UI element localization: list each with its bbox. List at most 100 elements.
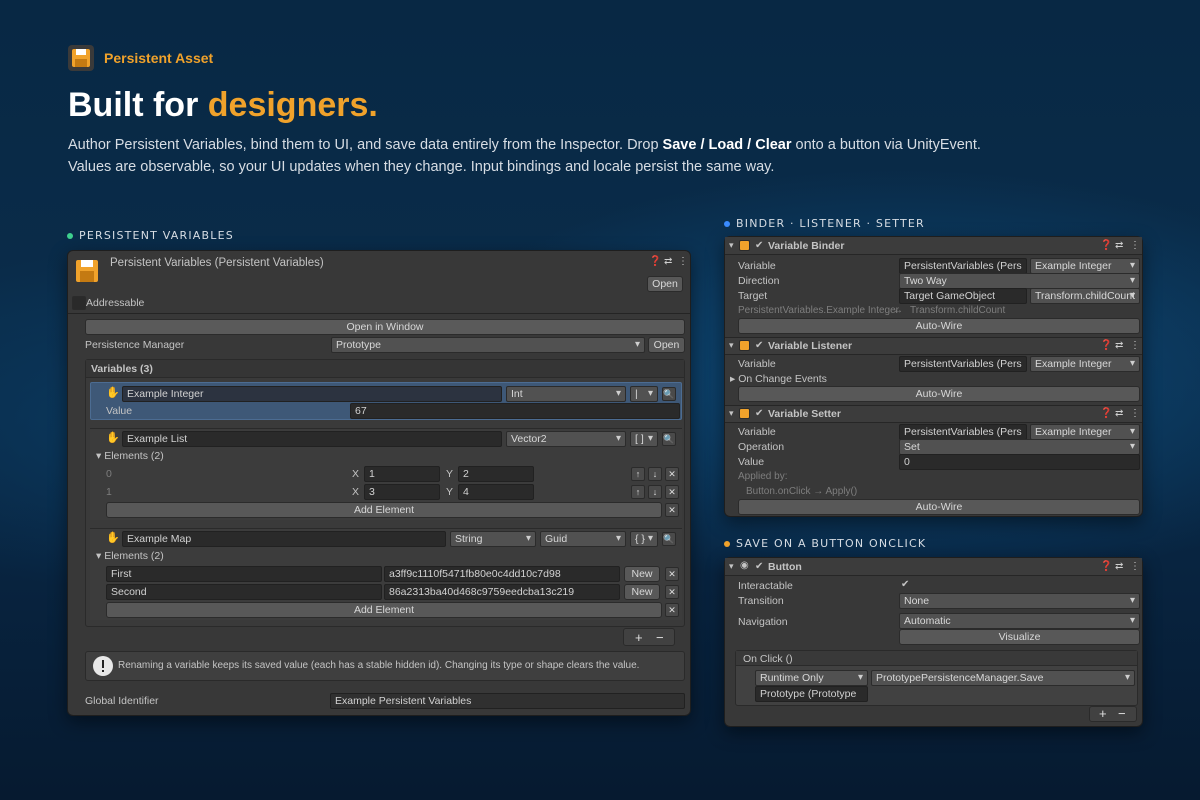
variable-select-dropdown[interactable]: Example Integer	[1030, 258, 1140, 274]
x-field[interactable]: 3	[364, 484, 440, 500]
new-guid-button[interactable]: New	[624, 566, 660, 582]
help-icon[interactable]: ❓	[1100, 340, 1112, 351]
arrow-up-icon[interactable]: ↑	[631, 485, 645, 499]
global-identifier-field[interactable]: Example Persistent Variables	[330, 693, 685, 709]
x-field[interactable]: 1	[364, 466, 440, 482]
enabled-check-icon[interactable]: ✔	[755, 240, 763, 251]
target-member-dropdown[interactable]: Transform.childCount	[1030, 288, 1140, 304]
operation-dropdown[interactable]: Set	[899, 439, 1140, 455]
navigation-dropdown[interactable]: Automatic	[899, 613, 1140, 629]
help-icon[interactable]: ❓	[649, 256, 661, 267]
variable-object-field[interactable]: PersistentVariables (Pers	[899, 258, 1027, 274]
transition-dropdown[interactable]: None	[899, 593, 1140, 609]
close-icon[interactable]: ✕	[665, 603, 679, 617]
close-icon[interactable]: ✕	[665, 467, 679, 481]
open-in-window-button[interactable]: Open in Window	[85, 319, 685, 335]
auto-wire-button[interactable]: Auto-Wire	[738, 386, 1140, 402]
new-guid-button[interactable]: New	[624, 584, 660, 600]
variable-shape-dropdown[interactable]: [ ]	[630, 431, 658, 447]
addressable-checkbox[interactable]	[72, 296, 86, 310]
more-icon[interactable]: ⋮	[1130, 408, 1140, 419]
map-key-field[interactable]: Second	[106, 584, 382, 600]
variable-shape-dropdown[interactable]: { }	[630, 531, 658, 547]
auto-wire-button[interactable]: Auto-Wire	[738, 499, 1140, 515]
persistence-manager-dropdown[interactable]: Prototype	[331, 337, 645, 353]
add-element-button[interactable]: Add Element	[106, 502, 662, 518]
search-icon[interactable]: 🔍	[662, 387, 676, 401]
desc-line1-c: onto a button via UnityEvent.	[791, 137, 981, 153]
pm-open-button[interactable]: Open	[648, 337, 685, 353]
visualize-button[interactable]: Visualize	[899, 629, 1140, 645]
method-dropdown[interactable]: PrototypePersistenceManager.Save	[871, 670, 1135, 686]
map-guid-field[interactable]: 86a2313ba40d468c9759eedcba13c219	[384, 584, 620, 600]
value-field[interactable]: 0	[899, 454, 1140, 470]
help-icon[interactable]: ❓	[1100, 561, 1112, 572]
interactable-checkbox[interactable]: ✔	[901, 579, 909, 590]
on-change-events-foldout[interactable]: ▸ On Change Events	[730, 373, 827, 385]
close-icon[interactable]: ✕	[665, 567, 679, 581]
variable-name-field[interactable]: Example Map	[122, 531, 446, 547]
direction-dropdown[interactable]: Two Way	[899, 273, 1140, 289]
variable-name-field[interactable]: Example List	[122, 431, 502, 447]
enabled-check-icon[interactable]: ✔	[755, 340, 763, 351]
variable-object-field[interactable]: PersistentVariables (Pers	[899, 424, 1027, 440]
elements-foldout[interactable]: ▾ Elements (2)	[96, 450, 164, 462]
close-icon[interactable]: ✕	[665, 485, 679, 499]
preset-icon[interactable]: ⇄	[1115, 340, 1123, 351]
help-icon[interactable]: ❓	[1100, 408, 1112, 419]
enabled-check-icon[interactable]: ✔	[755, 408, 763, 419]
variable-select-dropdown[interactable]: Example Integer	[1030, 424, 1140, 440]
close-icon[interactable]: ✕	[665, 585, 679, 599]
add-variable-button[interactable]: +	[635, 630, 643, 645]
foldout-arrow-icon[interactable]: ▾	[729, 240, 734, 251]
search-icon[interactable]: 🔍	[662, 432, 676, 446]
preset-icon[interactable]: ⇄	[664, 256, 672, 267]
arrow-down-icon[interactable]: ↓	[648, 485, 662, 499]
remove-listener-button[interactable]: −	[1118, 706, 1126, 721]
open-button[interactable]: Open	[647, 276, 683, 292]
help-icon[interactable]: ❓	[1100, 240, 1112, 251]
more-icon[interactable]: ⋮	[1130, 561, 1140, 572]
foldout-arrow-icon[interactable]: ▾	[729, 561, 734, 572]
close-icon[interactable]: ✕	[665, 503, 679, 517]
elements-foldout[interactable]: ▾ Elements (2)	[96, 550, 164, 562]
y-field[interactable]: 4	[458, 484, 534, 500]
preset-icon[interactable]: ⇄	[1115, 408, 1123, 419]
arrow-down-icon[interactable]: ↓	[648, 467, 662, 481]
variable-type-dropdown[interactable]: Vector2	[506, 431, 626, 447]
foldout-arrow-icon[interactable]: ▾	[729, 340, 734, 351]
hand-icon[interactable]: ✋	[106, 531, 120, 544]
variables-header: Variables (3)	[91, 363, 153, 375]
y-field[interactable]: 2	[458, 466, 534, 482]
variable-select-dropdown[interactable]: Example Integer	[1030, 356, 1140, 372]
y-label: Y	[446, 486, 454, 498]
preset-icon[interactable]: ⇄	[1115, 240, 1123, 251]
preset-icon[interactable]: ⇄	[1115, 561, 1123, 572]
runtime-mode-dropdown[interactable]: Runtime Only	[755, 670, 868, 686]
variable-shape-dropdown[interactable]: |	[630, 386, 658, 402]
add-listener-button[interactable]: +	[1099, 706, 1107, 721]
more-icon[interactable]: ⋮	[1130, 240, 1140, 251]
search-icon[interactable]: 🔍	[662, 532, 676, 546]
variable-type-dropdown[interactable]: Int	[506, 386, 626, 402]
value-type-dropdown[interactable]: Guid	[540, 531, 626, 547]
map-key-field[interactable]: First	[106, 566, 382, 582]
hand-icon[interactable]: ✋	[106, 386, 120, 399]
arrow-up-icon[interactable]: ↑	[631, 467, 645, 481]
variable-name-field[interactable]: Example Integer	[122, 386, 502, 402]
remove-variable-button[interactable]: −	[656, 630, 664, 645]
foldout-arrow-icon[interactable]: ▾	[729, 408, 734, 419]
status-dot	[67, 232, 73, 239]
auto-wire-button[interactable]: Auto-Wire	[738, 318, 1140, 334]
value-field[interactable]: 67	[350, 403, 680, 419]
variable-object-field[interactable]: PersistentVariables (Pers	[899, 356, 1027, 372]
more-icon[interactable]: ⋮	[678, 256, 688, 267]
map-guid-field[interactable]: a3ff9c1110f5471fb80e0c4dd10c7d98	[384, 566, 620, 582]
key-type-dropdown[interactable]: String	[450, 531, 536, 547]
hand-icon[interactable]: ✋	[106, 431, 120, 444]
add-element-button[interactable]: Add Element	[106, 602, 662, 618]
enabled-check-icon[interactable]: ✔	[755, 561, 763, 572]
more-icon[interactable]: ⋮	[1130, 340, 1140, 351]
target-object-field[interactable]: Target GameObject	[899, 288, 1027, 304]
target-object-field[interactable]: Prototype (Prototype	[755, 686, 868, 702]
